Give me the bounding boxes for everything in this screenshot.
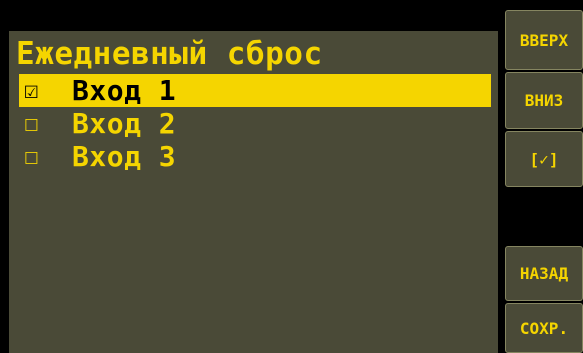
down-button[interactable]: ВНИЗ <box>505 72 583 129</box>
back-button[interactable]: НАЗАД <box>505 246 583 301</box>
checkbox-unchecked-icon[interactable]: ☐ <box>24 107 48 140</box>
list-item-input-1[interactable]: ☑ Вход 1 <box>19 74 491 107</box>
input-list: ☑ Вход 1 ☐ Вход 2 ☐ Вход 3 <box>19 74 491 173</box>
checkbox-unchecked-icon[interactable]: ☐ <box>24 140 48 173</box>
up-button[interactable]: ВВЕРХ <box>505 10 583 70</box>
toggle-check-button[interactable]: [✓] <box>505 131 583 187</box>
list-item-input-2[interactable]: ☐ Вход 2 <box>19 107 491 140</box>
input-label: Вход 3 <box>72 140 177 173</box>
save-button[interactable]: СОХР. <box>505 303 583 353</box>
device-screen: Ежедневный сброс ☑ Вход 1 ☐ Вход 2 ☐ Вхо… <box>0 0 583 353</box>
checkbox-checked-icon[interactable]: ☑ <box>24 74 48 107</box>
blank-softkey <box>505 189 583 244</box>
input-label: Вход 2 <box>72 107 177 140</box>
input-label: Вход 1 <box>72 74 177 107</box>
page-title: Ежедневный сброс <box>16 36 323 72</box>
list-item-input-3[interactable]: ☐ Вход 3 <box>19 140 491 173</box>
